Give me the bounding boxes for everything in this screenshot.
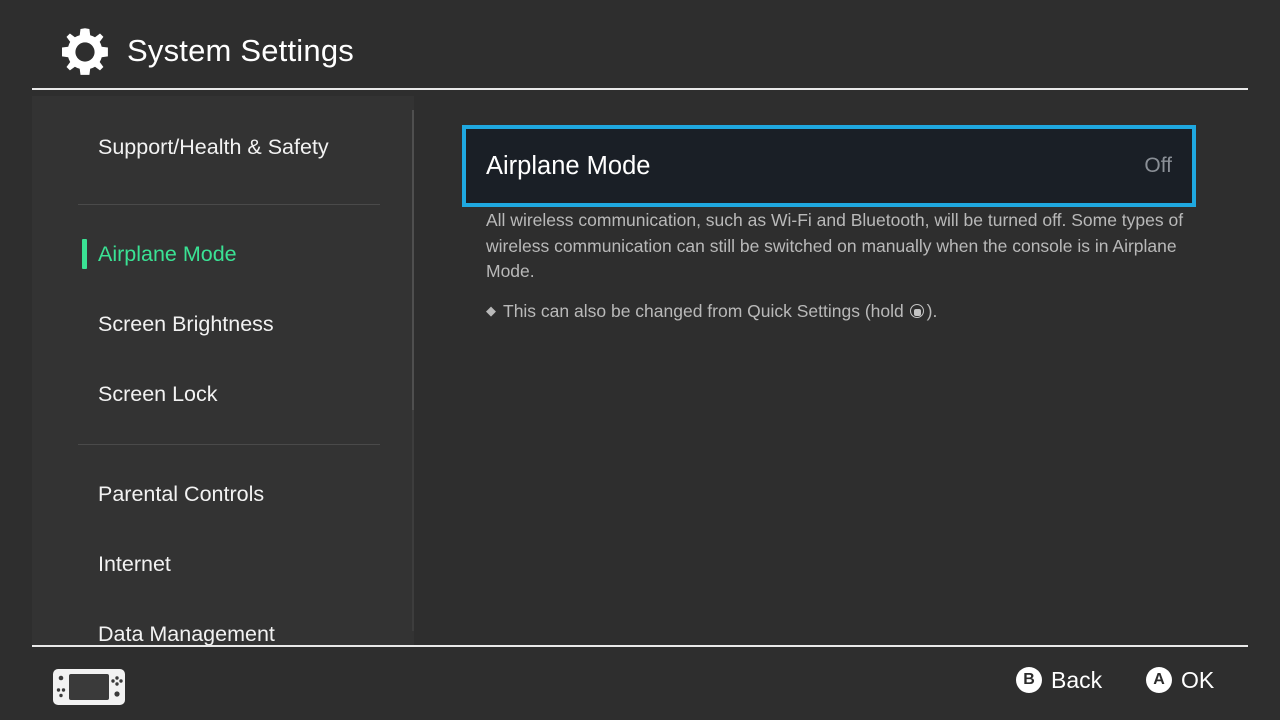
sidebar-item-label: Screen Lock	[98, 382, 218, 406]
ok-button-label: OK	[1181, 667, 1215, 693]
system-settings-screen: System Settings Support/Health & Safety A…	[0, 0, 1280, 720]
airplane-mode-setting-row[interactable]: Airplane Mode Off	[462, 125, 1196, 207]
home-button-icon	[909, 304, 926, 320]
sidebar-item-label: Parental Controls	[98, 482, 265, 506]
page-title: System Settings	[127, 33, 354, 68]
sidebar-item-label: Screen Brightness	[98, 312, 274, 336]
setting-note-text-after: ).	[926, 301, 938, 321]
sidebar-item-screen-lock[interactable]: Screen Lock	[32, 374, 414, 414]
sidebar-scrollbar-thumb[interactable]	[412, 110, 414, 410]
sidebar-item-support-health-safety[interactable]: Support/Health & Safety	[32, 127, 414, 167]
back-button-label: Back	[1051, 667, 1103, 693]
sidebar-divider-1	[78, 444, 380, 445]
settings-sidebar[interactable]: Support/Health & Safety Airplane Mode Scre…	[32, 96, 414, 645]
sidebar-item-parental-controls[interactable]: Parental Controls	[32, 474, 414, 514]
gear-icon	[58, 25, 112, 79]
switch-console-icon	[52, 668, 126, 706]
ok-button[interactable]: A OK	[1146, 667, 1214, 699]
footer-bar: B Back A OK	[0, 647, 1280, 720]
sidebar-item-screen-brightness[interactable]: Screen Brightness	[32, 304, 414, 344]
setting-description: All wireless communication, such as Wi-F…	[486, 210, 1184, 281]
settings-main-panel: Airplane Mode Off All wireless communica…	[462, 96, 1248, 645]
setting-row-value: Off	[1144, 154, 1172, 177]
sidebar-item-label: Data Management	[98, 622, 275, 645]
setting-note-text-before: This can also be changed from Quick Sett…	[503, 301, 909, 321]
header-divider	[32, 88, 1248, 90]
sidebar-item-data-management[interactable]: Data Management	[32, 614, 414, 645]
diamond-bullet-icon: ◆	[486, 303, 496, 318]
app-header: System Settings	[0, 0, 1280, 90]
sidebar-item-label: Support/Health & Safety	[98, 135, 329, 159]
setting-row-label: Airplane Mode	[486, 152, 651, 180]
a-button-glyph: A	[1146, 667, 1172, 693]
sidebar-item-label: Airplane Mode	[98, 242, 237, 266]
back-button[interactable]: B Back	[1016, 667, 1102, 699]
sidebar-item-internet[interactable]: Internet	[32, 544, 414, 584]
sidebar-item-label: Internet	[98, 552, 171, 576]
sidebar-active-accent-bar	[82, 239, 87, 269]
setting-note: ◆ This can also be changed from Quick Set…	[486, 299, 1198, 325]
sidebar-divider-0	[78, 204, 380, 205]
sidebar-item-airplane-mode[interactable]: Airplane Mode	[32, 234, 414, 274]
b-button-glyph: B	[1016, 667, 1042, 693]
